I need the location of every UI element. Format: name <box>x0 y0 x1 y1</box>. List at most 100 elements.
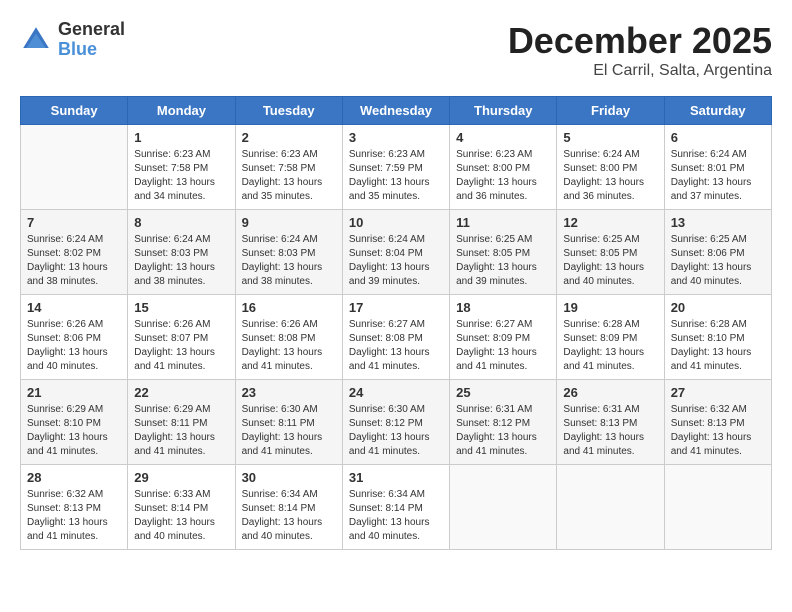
day-info: Sunrise: 6:30 AMSunset: 8:11 PMDaylight:… <box>242 403 336 459</box>
calendar-header: SundayMondayTuesdayWednesdayThursdayFrid… <box>21 97 772 125</box>
weekday-header-tuesday: Tuesday <box>235 97 342 125</box>
day-number: 11 <box>456 215 550 230</box>
day-info: Sunrise: 6:26 AMSunset: 8:06 PMDaylight:… <box>27 318 121 374</box>
logo-text: General Blue <box>58 20 125 60</box>
calendar-cell: 14Sunrise: 6:26 AMSunset: 8:06 PMDayligh… <box>21 295 128 380</box>
calendar-cell: 13Sunrise: 6:25 AMSunset: 8:06 PMDayligh… <box>664 210 771 295</box>
calendar-cell <box>21 125 128 210</box>
day-number: 17 <box>349 300 443 315</box>
day-info: Sunrise: 6:34 AMSunset: 8:14 PMDaylight:… <box>242 488 336 544</box>
calendar-subtitle: El Carril, Salta, Argentina <box>508 62 772 80</box>
day-number: 15 <box>134 300 228 315</box>
calendar-cell: 28 Sunrise: 6:32 AMSunset: 8:13 PMDayligh… <box>21 465 128 550</box>
calendar-cell: 22 Sunrise: 6:29 AMSunset: 8:11 PMDayligh… <box>128 380 235 465</box>
calendar-week-3: 14Sunrise: 6:26 AMSunset: 8:06 PMDayligh… <box>21 295 772 380</box>
calendar-cell: 3Sunrise: 6:23 AMSunset: 7:59 PMDaylight… <box>342 125 449 210</box>
calendar-cell: 26 Sunrise: 6:31 AMSunset: 8:13 PMDayligh… <box>557 380 664 465</box>
calendar-cell: 23 Sunrise: 6:30 AMSunset: 8:11 PMDayligh… <box>235 380 342 465</box>
calendar-week-1: 1 Sunrise: 6:23 AMSunset: 7:58 PMDaylight… <box>21 125 772 210</box>
logo-general: General <box>58 19 125 39</box>
day-number: 23 <box>242 385 336 400</box>
day-info: Sunrise: 6:23 AMSunset: 7:58 PMDaylight:… <box>242 148 336 204</box>
calendar-cell: 20 Sunrise: 6:28 AMSunset: 8:10 PMDayligh… <box>664 295 771 380</box>
calendar-cell <box>557 465 664 550</box>
calendar-cell: 8Sunrise: 6:24 AMSunset: 8:03 PMDaylight… <box>128 210 235 295</box>
calendar-cell: 7Sunrise: 6:24 AMSunset: 8:02 PMDaylight… <box>21 210 128 295</box>
day-number: 20 <box>671 300 765 315</box>
page-header: General Blue December 2025 El Carril, Sa… <box>20 20 772 80</box>
weekday-header-thursday: Thursday <box>450 97 557 125</box>
day-number: 30 <box>242 470 336 485</box>
day-info: Sunrise: 6:32 AMSunset: 8:13 PMDaylight:… <box>671 403 765 459</box>
day-number: 1 <box>134 130 228 145</box>
calendar-cell: 9Sunrise: 6:24 AMSunset: 8:03 PMDaylight… <box>235 210 342 295</box>
day-number: 21 <box>27 385 121 400</box>
calendar-cell: 15 Sunrise: 6:26 AMSunset: 8:07 PMDayligh… <box>128 295 235 380</box>
day-number: 25 <box>456 385 550 400</box>
weekday-header-sunday: Sunday <box>21 97 128 125</box>
day-info: Sunrise: 6:25 AMSunset: 8:05 PMDaylight:… <box>456 233 550 289</box>
day-info: Sunrise: 6:23 AMSunset: 7:58 PMDaylight:… <box>134 148 228 204</box>
day-info: Sunrise: 6:27 AMSunset: 8:08 PMDaylight:… <box>349 318 443 374</box>
day-info: Sunrise: 6:31 AMSunset: 8:13 PMDaylight:… <box>563 403 657 459</box>
day-number: 12 <box>563 215 657 230</box>
weekday-header-friday: Friday <box>557 97 664 125</box>
calendar-cell: 16Sunrise: 6:26 AMSunset: 8:08 PMDayligh… <box>235 295 342 380</box>
day-number: 4 <box>456 130 550 145</box>
day-info: Sunrise: 6:26 AMSunset: 8:07 PMDaylight:… <box>134 318 228 374</box>
day-number: 31 <box>349 470 443 485</box>
weekday-header-wednesday: Wednesday <box>342 97 449 125</box>
day-number: 26 <box>563 385 657 400</box>
day-info: Sunrise: 6:24 AMSunset: 8:00 PMDaylight:… <box>563 148 657 204</box>
calendar-cell: 30 Sunrise: 6:34 AMSunset: 8:14 PMDayligh… <box>235 465 342 550</box>
day-number: 6 <box>671 130 765 145</box>
day-info: Sunrise: 6:29 AMSunset: 8:11 PMDaylight:… <box>134 403 228 459</box>
day-number: 27 <box>671 385 765 400</box>
calendar-cell: 6 Sunrise: 6:24 AMSunset: 8:01 PMDaylight… <box>664 125 771 210</box>
day-number: 10 <box>349 215 443 230</box>
calendar-cell: 1 Sunrise: 6:23 AMSunset: 7:58 PMDaylight… <box>128 125 235 210</box>
calendar-cell: 24Sunrise: 6:30 AMSunset: 8:12 PMDayligh… <box>342 380 449 465</box>
day-info: Sunrise: 6:27 AMSunset: 8:09 PMDaylight:… <box>456 318 550 374</box>
calendar-cell: 10Sunrise: 6:24 AMSunset: 8:04 PMDayligh… <box>342 210 449 295</box>
day-number: 24 <box>349 385 443 400</box>
logo-icon <box>20 24 52 56</box>
day-number: 8 <box>134 215 228 230</box>
day-info: Sunrise: 6:31 AMSunset: 8:12 PMDaylight:… <box>456 403 550 459</box>
weekday-header-saturday: Saturday <box>664 97 771 125</box>
calendar-cell: 27 Sunrise: 6:32 AMSunset: 8:13 PMDayligh… <box>664 380 771 465</box>
day-info: Sunrise: 6:34 AMSunset: 8:14 PMDaylight:… <box>349 488 443 544</box>
day-info: Sunrise: 6:24 AMSunset: 8:03 PMDaylight:… <box>242 233 336 289</box>
calendar-cell: 29Sunrise: 6:33 AMSunset: 8:14 PMDayligh… <box>128 465 235 550</box>
calendar-cell: 4Sunrise: 6:23 AMSunset: 8:00 PMDaylight… <box>450 125 557 210</box>
calendar-title: December 2025 <box>508 20 772 62</box>
day-info: Sunrise: 6:26 AMSunset: 8:08 PMDaylight:… <box>242 318 336 374</box>
day-number: 28 <box>27 470 121 485</box>
logo: General Blue <box>20 20 125 60</box>
day-info: Sunrise: 6:24 AMSunset: 8:01 PMDaylight:… <box>671 148 765 204</box>
weekday-header-monday: Monday <box>128 97 235 125</box>
day-number: 7 <box>27 215 121 230</box>
day-info: Sunrise: 6:32 AMSunset: 8:13 PMDaylight:… <box>27 488 121 544</box>
day-number: 3 <box>349 130 443 145</box>
day-info: Sunrise: 6:28 AMSunset: 8:09 PMDaylight:… <box>563 318 657 374</box>
weekday-row: SundayMondayTuesdayWednesdayThursdayFrid… <box>21 97 772 125</box>
day-info: Sunrise: 6:25 AMSunset: 8:05 PMDaylight:… <box>563 233 657 289</box>
calendar-cell: 5 Sunrise: 6:24 AMSunset: 8:00 PMDaylight… <box>557 125 664 210</box>
calendar-week-4: 21 Sunrise: 6:29 AMSunset: 8:10 PMDayligh… <box>21 380 772 465</box>
day-number: 18 <box>456 300 550 315</box>
day-number: 2 <box>242 130 336 145</box>
day-info: Sunrise: 6:28 AMSunset: 8:10 PMDaylight:… <box>671 318 765 374</box>
calendar-cell: 21 Sunrise: 6:29 AMSunset: 8:10 PMDayligh… <box>21 380 128 465</box>
day-number: 29 <box>134 470 228 485</box>
calendar-cell: 12 Sunrise: 6:25 AMSunset: 8:05 PMDayligh… <box>557 210 664 295</box>
title-block: December 2025 El Carril, Salta, Argentin… <box>508 20 772 80</box>
day-number: 22 <box>134 385 228 400</box>
day-number: 5 <box>563 130 657 145</box>
day-info: Sunrise: 6:25 AMSunset: 8:06 PMDaylight:… <box>671 233 765 289</box>
day-info: Sunrise: 6:29 AMSunset: 8:10 PMDaylight:… <box>27 403 121 459</box>
calendar-body: 1 Sunrise: 6:23 AMSunset: 7:58 PMDaylight… <box>21 125 772 550</box>
calendar-table: SundayMondayTuesdayWednesdayThursdayFrid… <box>20 96 772 550</box>
calendar-cell: 19Sunrise: 6:28 AMSunset: 8:09 PMDayligh… <box>557 295 664 380</box>
calendar-cell <box>664 465 771 550</box>
